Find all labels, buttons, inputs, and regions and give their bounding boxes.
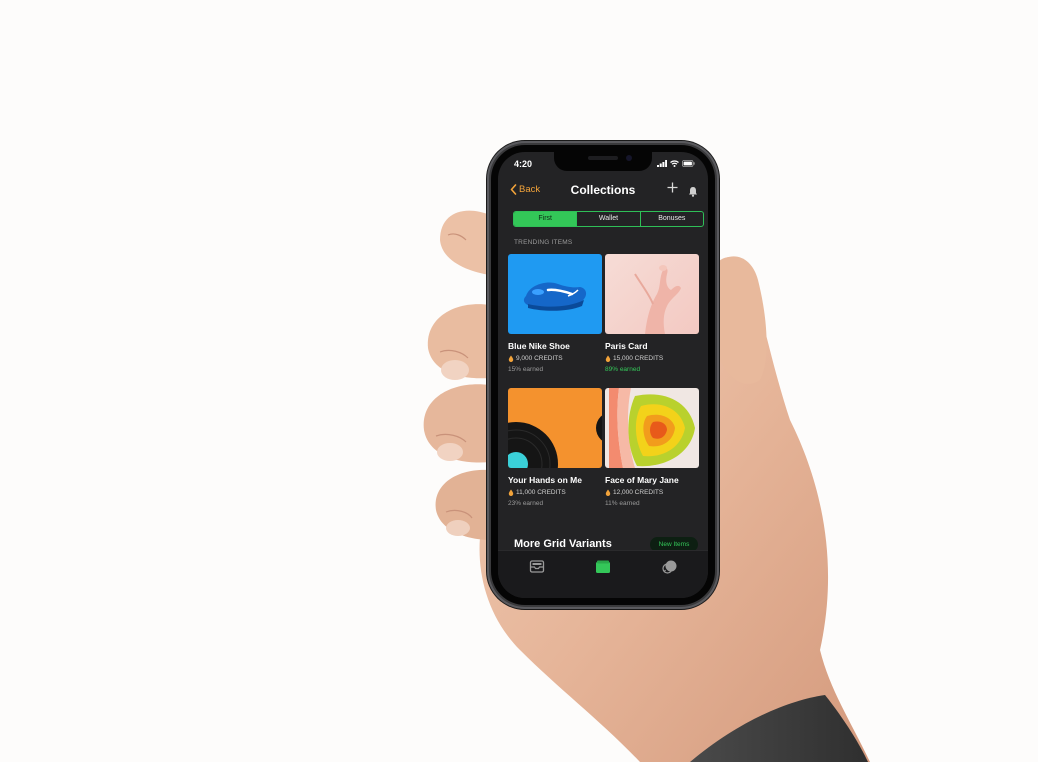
wallet-icon	[596, 560, 610, 573]
status-time: 4:20	[514, 159, 533, 169]
item-name: Paris Card	[605, 341, 648, 351]
item-credits-value: 9,000 CREDITS	[516, 355, 563, 362]
item-earned: 23% earned	[508, 500, 544, 507]
segmented-control: First Wallet Bonuses	[513, 211, 704, 227]
item-earned: 15% earned	[508, 366, 544, 373]
item-thumbnail	[605, 388, 699, 468]
phone-screen: 4:20 Back Collections First Wallet Bonus…	[498, 152, 708, 598]
item-name: Blue Nike Shoe	[508, 341, 570, 351]
item-credits: 15,000 CREDITS	[605, 355, 699, 362]
item-credits: 12,000 CREDITS	[605, 489, 699, 496]
plus-icon	[667, 182, 678, 193]
segment-first[interactable]: First	[514, 212, 577, 226]
segment-bonuses[interactable]: Bonuses	[639, 212, 703, 226]
status-icons	[657, 160, 695, 167]
stage: 4:20 Back Collections First Wallet Bonus…	[0, 0, 1038, 762]
chat-icon	[662, 560, 677, 574]
bell-icon	[689, 187, 697, 197]
tab-chat[interactable]	[659, 559, 681, 575]
item-card[interactable]: Face of Mary Jane 12,000 CREDITS 11% ear…	[605, 388, 699, 507]
tab-bar	[498, 550, 708, 598]
item-name: Face of Mary Jane	[605, 475, 679, 485]
item-credits: 9,000 CREDITS	[508, 355, 602, 362]
notch	[554, 152, 652, 171]
item-earned: 11% earned	[605, 500, 640, 507]
add-button[interactable]	[667, 181, 678, 197]
item-credits-value: 15,000 CREDITS	[613, 355, 664, 362]
battery-icon	[682, 160, 695, 167]
credits-icon	[605, 489, 611, 496]
front-camera	[626, 155, 632, 161]
credits-icon	[605, 355, 611, 362]
speaker	[588, 156, 618, 160]
paris-card-image	[634, 265, 681, 334]
signal-icon	[657, 160, 667, 167]
segment-wallet[interactable]: Wallet	[576, 212, 639, 226]
credits-icon	[508, 355, 514, 362]
vinyl-image	[508, 415, 602, 468]
tab-inbox[interactable]	[526, 559, 548, 575]
notifications-button[interactable]	[688, 184, 698, 202]
item-credits-value: 11,000 CREDITS	[516, 489, 566, 496]
inbox-icon	[529, 560, 545, 573]
phone-frame: 4:20 Back Collections First Wallet Bonus…	[487, 141, 719, 609]
item-credits: 11,000 CREDITS	[508, 489, 602, 496]
item-credits-value: 12,000 CREDITS	[613, 489, 664, 496]
item-thumbnail	[508, 254, 602, 334]
item-card[interactable]: Paris Card 15,000 CREDITS 89% earned	[605, 254, 699, 373]
item-card[interactable]: Blue Nike Shoe 9,000 CREDITS 15% earned	[508, 254, 602, 373]
item-thumbnail	[508, 388, 602, 468]
credits-icon	[508, 489, 514, 496]
more-section-title: More Grid Variants	[514, 538, 612, 550]
item-name: Your Hands on Me	[508, 475, 582, 485]
abstract-image	[609, 388, 695, 468]
item-earned: 89% earned	[605, 366, 641, 373]
nav-bar: Back Collections	[498, 180, 708, 202]
item-thumbnail	[605, 254, 699, 334]
wifi-icon	[670, 160, 679, 167]
item-card[interactable]: Your Hands on Me 11,000 CREDITS 23% earn…	[508, 388, 602, 507]
trending-section-label: TRENDING ITEMS	[514, 239, 573, 246]
shoe-image	[523, 282, 587, 311]
tab-wallet[interactable]	[592, 559, 614, 575]
